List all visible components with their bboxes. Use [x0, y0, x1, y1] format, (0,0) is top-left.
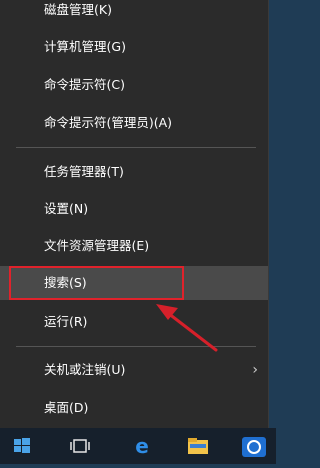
menu-item-task-manager[interactable]: 任务管理器(T)	[0, 155, 268, 189]
annotation-arrow-icon	[156, 304, 218, 352]
menu-item-command-prompt[interactable]: 命令提示符(C)	[0, 68, 268, 102]
menu-item-run[interactable]: 运行(R)	[0, 305, 268, 339]
menu-separator	[16, 147, 256, 148]
file-explorer-icon[interactable]	[176, 428, 220, 464]
menu-item-label: 桌面(D)	[44, 400, 89, 415]
menu-item-computer-management[interactable]: 计算机管理(G)	[0, 30, 268, 64]
store-icon[interactable]	[232, 428, 276, 464]
svg-text:e: e	[135, 434, 149, 458]
winx-context-menu: 磁盘管理(K) 计算机管理(G) 命令提示符(C) 命令提示符(管理员)(A) …	[0, 0, 269, 428]
menu-item-label: 关机或注销(U)	[44, 362, 126, 377]
task-view-icon[interactable]	[58, 428, 102, 464]
menu-item-label: 命令提示符(管理员)(A)	[44, 115, 173, 130]
menu-item-label: 运行(R)	[44, 314, 88, 329]
menu-item-settings[interactable]: 设置(N)	[0, 192, 268, 226]
menu-separator	[16, 346, 256, 347]
menu-item-file-explorer[interactable]: 文件资源管理器(E)	[0, 229, 268, 263]
menu-item-disk-management[interactable]: 磁盘管理(K)	[0, 0, 268, 27]
menu-item-command-prompt-admin[interactable]: 命令提示符(管理员)(A)	[0, 106, 268, 140]
windows-start-icon[interactable]	[0, 428, 44, 464]
chevron-right-icon: ›	[252, 362, 258, 378]
menu-item-label: 文件资源管理器(E)	[44, 238, 150, 253]
menu-item-shutdown-signout[interactable]: 关机或注销(U) ›	[0, 353, 268, 387]
menu-item-label: 任务管理器(T)	[44, 164, 124, 179]
menu-item-label: 设置(N)	[44, 201, 89, 216]
menu-item-desktop[interactable]: 桌面(D)	[0, 391, 268, 425]
taskbar: e	[0, 428, 276, 464]
menu-item-label: 计算机管理(G)	[44, 39, 126, 54]
menu-item-label: 磁盘管理(K)	[44, 2, 112, 17]
menu-item-label: 命令提示符(C)	[44, 77, 125, 92]
edge-icon[interactable]: e	[120, 428, 164, 464]
